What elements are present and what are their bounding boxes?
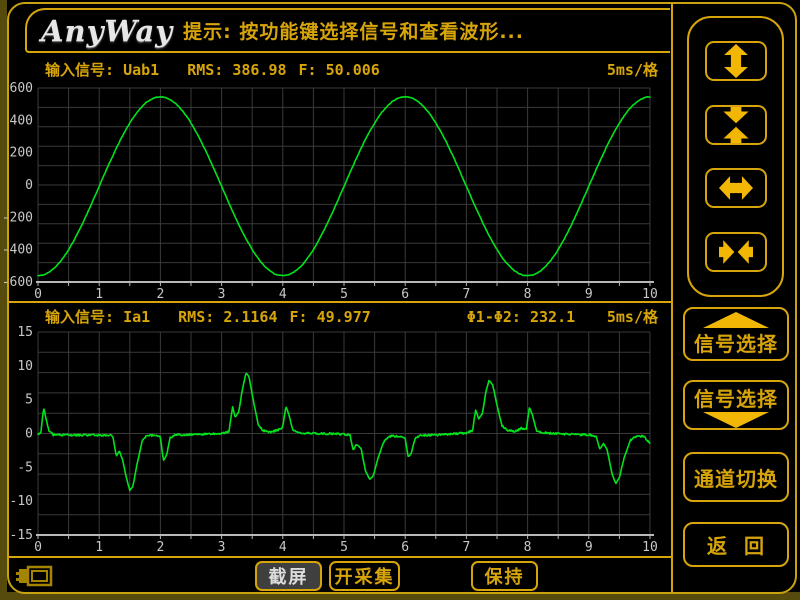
back-button[interactable]: 返 回 <box>683 522 789 567</box>
screenshot-button[interactable]: 截屏 <box>255 561 322 591</box>
triangle-down-icon <box>703 412 769 428</box>
svg-text:6: 6 <box>401 287 409 301</box>
svg-text:15: 15 <box>17 325 33 340</box>
svg-text:-200: -200 <box>2 210 33 225</box>
hold-button[interactable]: 保持 <box>471 561 538 591</box>
compress-vertical-button[interactable] <box>705 105 767 145</box>
compress-horizontal-button[interactable] <box>705 232 767 272</box>
svg-text:7: 7 <box>462 287 470 301</box>
svg-text:400: 400 <box>10 113 33 128</box>
scale-button-group <box>687 16 784 297</box>
svg-text:-15: -15 <box>10 528 33 543</box>
svg-text:0: 0 <box>34 540 42 555</box>
start-capture-button[interactable]: 开采集 <box>329 561 400 591</box>
compress-horizontal-icon <box>716 235 756 269</box>
svg-text:10: 10 <box>642 287 658 301</box>
y-axis-labels: 600 400 200 0 -200 -400 -600 <box>2 81 33 290</box>
back-label-right: 回 <box>744 530 765 559</box>
voltage-waveform-chart: 0 1 2 3 4 5 6 7 8 9 10 600 400 200 0 -200 -400 -600 <box>0 55 672 301</box>
battery-icon <box>15 564 53 588</box>
current-waveform-chart: 0 1 2 3 4 5 6 7 8 9 10 15 10 5 0 -5 -10 -15 <box>0 301 672 556</box>
x-axis-labels: 0 1 2 3 4 5 6 7 8 9 10 <box>34 287 658 301</box>
svg-text:0: 0 <box>34 287 42 301</box>
y-axis-labels: 15 10 5 0 -5 -10 -15 <box>10 325 33 543</box>
svg-text:8: 8 <box>524 287 532 301</box>
svg-text:4: 4 <box>279 540 287 555</box>
expand-vertical-button[interactable] <box>705 41 767 81</box>
svg-text:2: 2 <box>156 540 164 555</box>
bottom-bar-divider <box>7 556 672 558</box>
svg-text:5: 5 <box>25 393 33 408</box>
svg-text:2: 2 <box>156 287 164 301</box>
triangle-up-icon <box>703 312 769 328</box>
svg-text:9: 9 <box>585 540 593 555</box>
x-axis-ticks <box>38 282 650 286</box>
svg-text:-400: -400 <box>2 243 33 258</box>
signal-select-down-label: 信号选择 <box>694 383 778 412</box>
svg-text:-600: -600 <box>2 275 33 290</box>
signal-select-down-button[interactable]: 信号选择 <box>683 380 789 430</box>
svg-text:600: 600 <box>10 81 33 96</box>
title-bar: AnyWay 提示: 按功能键选择信号和查看波形... <box>25 8 670 53</box>
svg-text:5: 5 <box>340 287 348 301</box>
svg-text:4: 4 <box>279 287 287 301</box>
channel-switch-label: 通道切换 <box>694 463 778 492</box>
signal-select-up-button[interactable]: 信号选择 <box>683 307 789 361</box>
expand-horizontal-button[interactable] <box>705 168 767 208</box>
back-label-left: 返 <box>707 530 728 559</box>
svg-text:-10: -10 <box>10 494 33 509</box>
svg-text:-5: -5 <box>17 460 33 475</box>
svg-text:6: 6 <box>401 540 409 555</box>
svg-text:10: 10 <box>17 359 33 374</box>
svg-text:5: 5 <box>340 540 348 555</box>
expand-horizontal-icon <box>716 171 756 205</box>
svg-text:1: 1 <box>95 287 103 301</box>
expand-vertical-icon <box>719 41 753 81</box>
x-axis-labels: 0 1 2 3 4 5 6 7 8 9 10 <box>34 540 658 555</box>
svg-text:0: 0 <box>25 427 33 442</box>
x-axis-ticks <box>38 535 650 539</box>
svg-text:3: 3 <box>218 540 226 555</box>
svg-text:1: 1 <box>95 540 103 555</box>
svg-text:7: 7 <box>462 540 470 555</box>
prompt-text: 提示: 按功能键选择信号和查看波形... <box>183 17 524 44</box>
svg-text:0: 0 <box>25 178 33 193</box>
svg-text:3: 3 <box>218 287 226 301</box>
svg-text:200: 200 <box>10 146 33 161</box>
svg-text:10: 10 <box>642 540 658 555</box>
oscilloscope-screen: AnyWay 提示: 按功能键选择信号和查看波形... 输入信号: Uab1 R… <box>0 0 800 600</box>
signal-select-up-label: 信号选择 <box>694 328 778 357</box>
compress-vertical-icon <box>718 105 754 145</box>
brand-logo: AnyWay <box>41 14 173 48</box>
channel-switch-button[interactable]: 通道切换 <box>683 452 789 502</box>
svg-text:8: 8 <box>524 540 532 555</box>
svg-text:9: 9 <box>585 287 593 301</box>
